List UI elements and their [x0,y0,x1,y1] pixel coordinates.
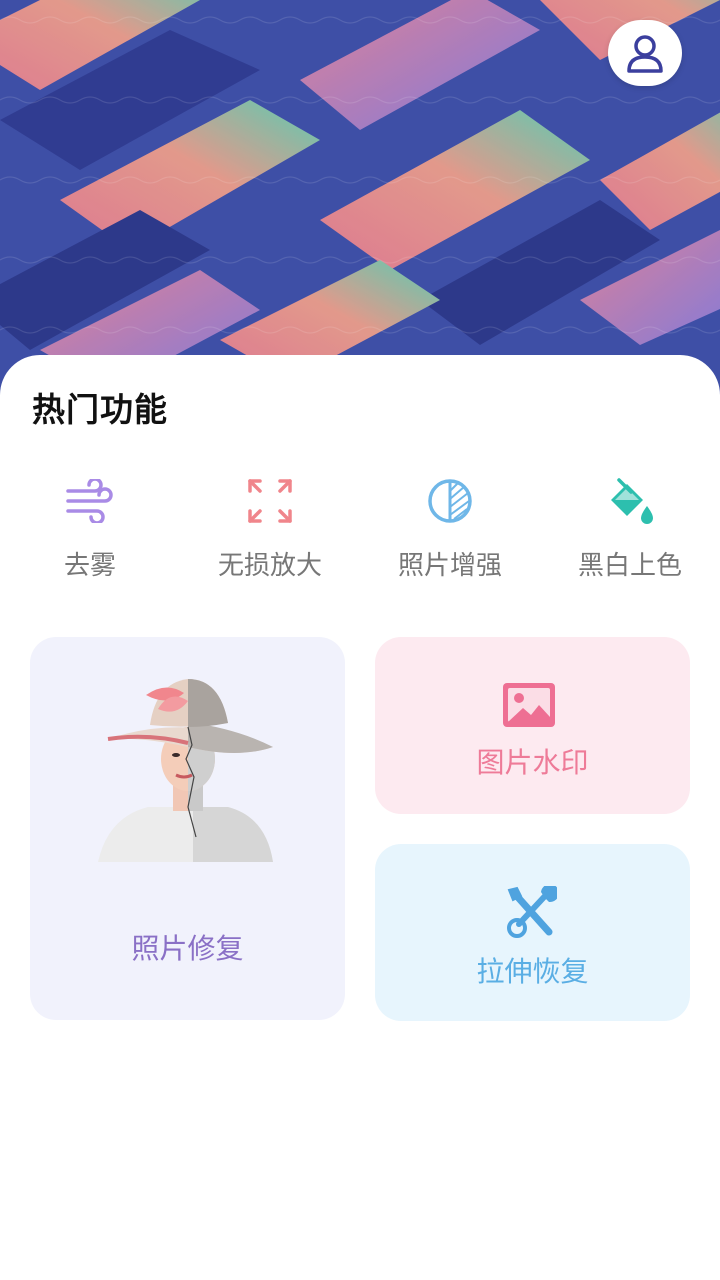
feature-row: 去雾 无损放大 照片增强 黑白上色 [0,473,720,593]
feature-label: 无损放大 [217,551,322,581]
feature-enhance[interactable]: 照片增强 [360,473,540,593]
content-sheet: 热门功能 去雾 无损放大 照片增强 黑白上色 照片修复 图片水印 拉伸恢复 [0,355,720,1280]
wind-icon [62,473,118,529]
feature-colorize[interactable]: 黑白上色 [540,473,720,593]
feature-dehaze[interactable]: 去雾 [0,473,180,593]
profile-button[interactable] [608,20,682,86]
stretch-restore-label: 拉伸恢复 [476,955,589,988]
feature-label: 去雾 [63,551,116,581]
image-watermark-card[interactable]: 图片水印 [375,637,690,814]
image-icon [503,683,555,727]
section-title: 热门功能 [32,390,168,429]
user-icon [627,35,663,73]
photo-repair-card[interactable]: 照片修复 [30,637,345,1020]
feature-label: 照片增强 [397,551,502,581]
feature-label: 黑白上色 [577,551,682,581]
stretch-restore-card[interactable]: 拉伸恢复 [375,844,690,1021]
feature-upscale[interactable]: 无损放大 [180,473,360,593]
photo-repair-label: 照片修复 [131,932,244,965]
paint-bucket-icon [602,473,658,529]
tools-icon [507,886,557,938]
portrait-image [98,679,273,862]
contrast-icon [422,473,478,529]
expand-icon [242,473,298,529]
image-watermark-label: 图片水印 [476,746,589,779]
